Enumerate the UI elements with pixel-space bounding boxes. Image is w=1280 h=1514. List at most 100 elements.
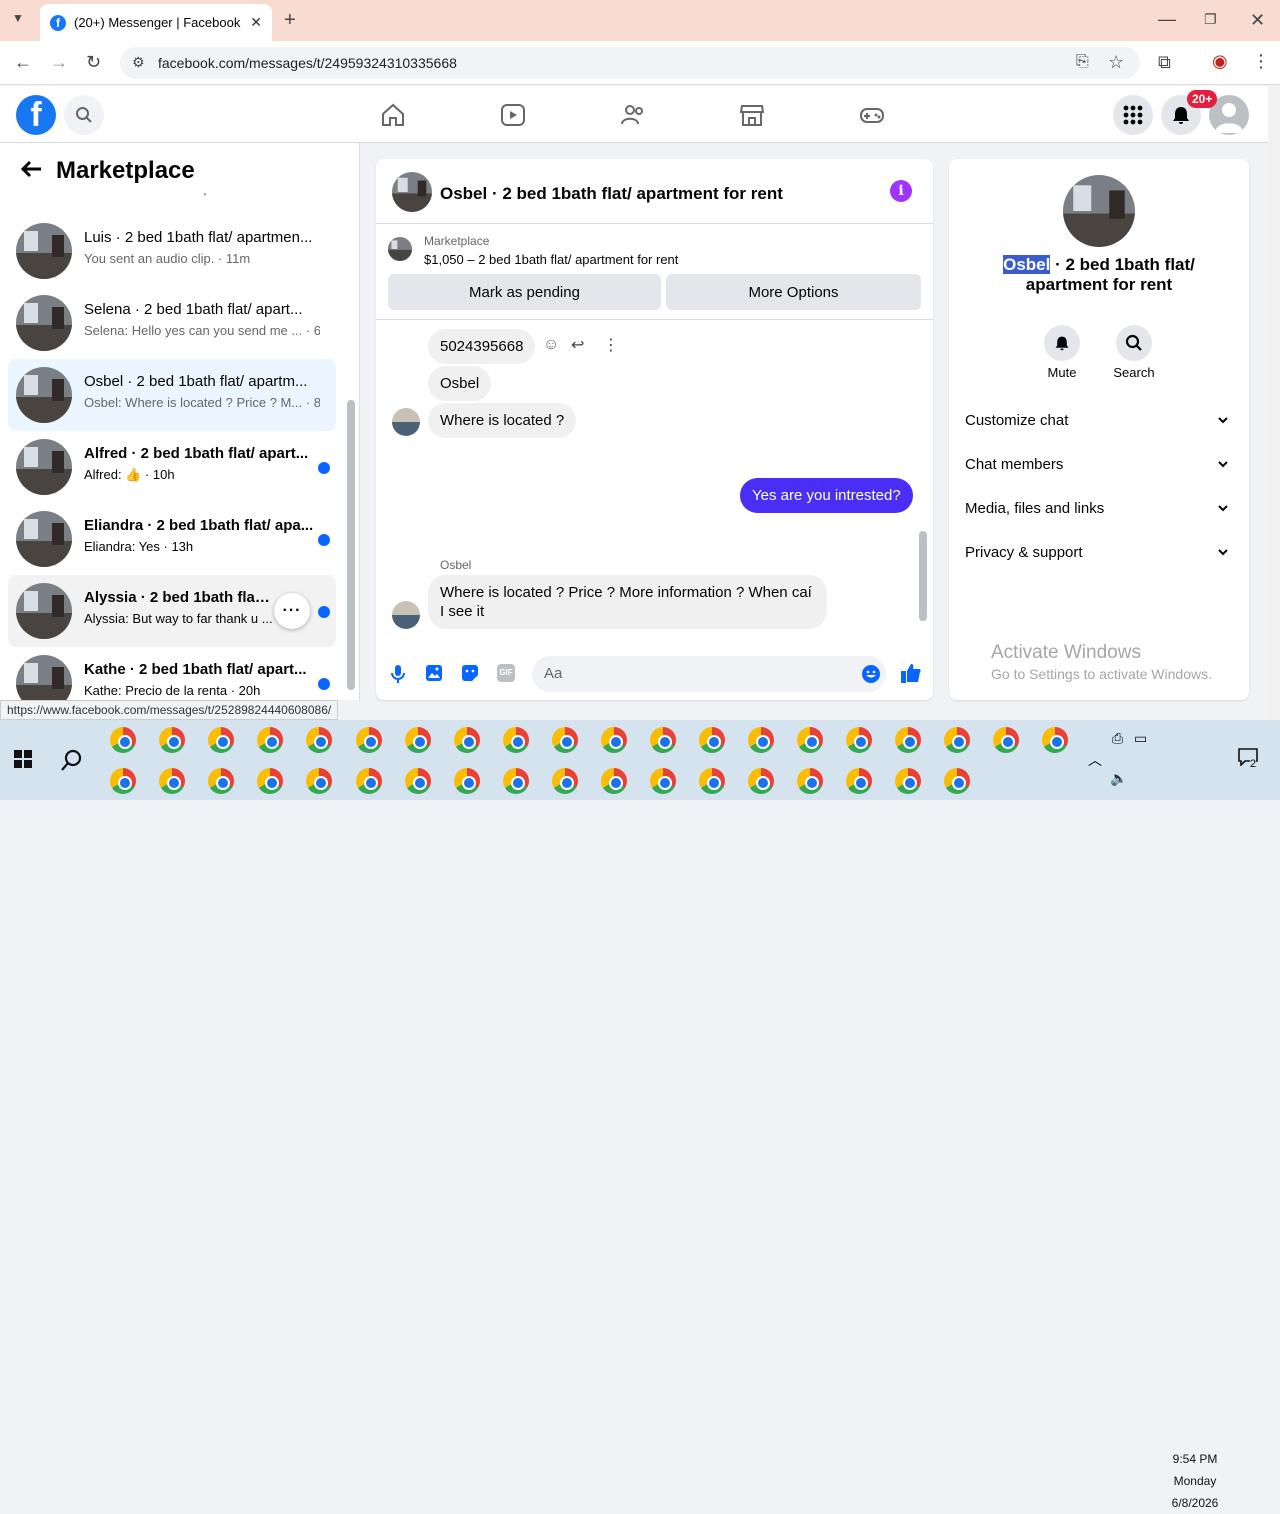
chrome-profile-taskbar-icon[interactable] [797,768,823,794]
like-thumbs-up-icon[interactable] [900,662,922,684]
restore-icon[interactable]: ❐ [1204,12,1217,26]
chat-title[interactable]: Osbel · 2 bed 1bath flat/ apartment for … [440,184,783,204]
conversation-item[interactable]: Selena · 2 bed 1bath flat/ apart... Sele… [8,287,336,359]
chrome-profile-taskbar-icon[interactable] [846,768,872,794]
chat-scrollbar[interactable] [919,531,927,621]
chrome-profile-taskbar-icon[interactable] [356,768,382,794]
conversation-item[interactable]: Alfred · 2 bed 1bath flat/ apart... Alfr… [8,431,336,503]
search-icon[interactable] [64,95,104,135]
chrome-profile-taskbar-icon[interactable] [356,727,382,753]
chrome-profile-taskbar-icon[interactable] [503,727,529,753]
gaming-icon[interactable] [859,102,885,128]
chrome-profile-taskbar-icon[interactable] [159,768,185,794]
chrome-profile-taskbar-icon[interactable] [1042,727,1068,753]
menu-icon[interactable]: ⋮ [1252,52,1270,70]
show-hidden-icons-icon[interactable]: ︿ [1088,750,1102,770]
chrome-profile-taskbar-icon[interactable] [159,727,185,753]
system-clock[interactable]: 9:54 PM Monday 6/8/2026 [1160,1448,1230,1514]
back-icon[interactable]: ← [14,53,32,71]
emoji-icon[interactable] [861,664,881,684]
chrome-profile-taskbar-icon[interactable] [405,768,431,794]
chrome-profile-taskbar-icon[interactable] [257,768,283,794]
chrome-profile-taskbar-icon[interactable] [993,727,1019,753]
bookmark-star-icon[interactable]: ☆ [1108,53,1124,71]
chrome-profile-taskbar-icon[interactable] [552,727,578,753]
chrome-profile-taskbar-icon[interactable] [846,727,872,753]
reload-icon[interactable]: ↻ [86,53,101,71]
microphone-icon[interactable] [390,664,406,684]
chrome-profile-taskbar-icon[interactable] [895,768,921,794]
chrome-profile-taskbar-icon[interactable] [650,768,676,794]
chrome-profile-taskbar-icon[interactable] [405,727,431,753]
chat-list-scrollbar[interactable] [347,400,355,690]
media-files-links-section[interactable]: Media, files and links [965,500,1235,517]
notification-center-icon[interactable]: 2 [1238,748,1262,770]
chrome-profile-taskbar-icon[interactable] [257,727,283,753]
mute-bell-icon[interactable] [1044,325,1080,361]
more-options-button[interactable]: More Options [666,274,921,310]
conversation-options-button[interactable]: ··· [274,593,310,629]
conversation-item[interactable]: Eliandra · 2 bed 1bath flat/ apa... Elia… [8,503,336,575]
chrome-profile-taskbar-icon[interactable] [895,727,921,753]
conversation-item[interactable]: Kathe · 2 bed 1bath flat/ apart... Kathe… [8,647,336,700]
search-in-chat-icon[interactable] [1116,325,1152,361]
react-icon[interactable]: ☺ [543,336,559,354]
mark-as-pending-button[interactable]: Mark as pending [388,274,661,310]
sticker-icon[interactable] [461,664,479,682]
chrome-profile-taskbar-icon[interactable] [503,768,529,794]
install-icon[interactable]: ⎘ [1076,54,1089,70]
chrome-profile-taskbar-icon[interactable] [601,727,627,753]
chrome-profile-taskbar-icon[interactable] [699,768,725,794]
message-bubble[interactable]: 5024395668 [428,329,536,364]
listing-thumbnail[interactable] [388,237,412,261]
chrome-profile-taskbar-icon[interactable] [944,768,970,794]
volume-icon[interactable]: 🔈 [1110,770,1127,787]
site-info-icon[interactable]: ⚙ [132,55,145,69]
privacy-support-section[interactable]: Privacy & support [965,544,1235,561]
profile-icon[interactable]: ◉ [1212,52,1228,70]
chrome-profile-taskbar-icon[interactable] [306,727,332,753]
more-icon[interactable]: ⋮ [603,335,619,355]
customize-chat-section[interactable]: Customize chat [965,412,1235,429]
conversation-item-selected[interactable]: Osbel · 2 bed 1bath flat/ apartm... Osbe… [8,359,336,431]
home-icon[interactable] [380,102,406,128]
close-window-icon[interactable]: ✕ [1250,11,1265,29]
chrome-profile-taskbar-icon[interactable] [208,768,234,794]
chrome-profile-taskbar-icon[interactable] [110,768,136,794]
photo-icon[interactable] [425,664,443,682]
my-message-bubble[interactable]: Yes are you intrested? [740,478,913,513]
chat-members-section[interactable]: Chat members [965,456,1235,473]
message-input[interactable]: Aa [532,656,886,692]
browser-tab[interactable]: f (20+) Messenger | Facebook ✕ [40,4,272,41]
chrome-profile-taskbar-icon[interactable] [748,727,774,753]
message-bubble[interactable]: Where is located ? Price ? More informat… [428,575,827,629]
back-arrow-icon[interactable] [20,160,42,178]
chrome-profile-taskbar-icon[interactable] [110,727,136,753]
friends-icon[interactable] [620,102,646,128]
sender-avatar[interactable] [392,601,420,629]
url-field[interactable]: ⚙ facebook.com/messages/t/24959324310335… [120,47,1140,79]
search-icon[interactable] [60,748,84,772]
info-icon[interactable]: i [890,180,912,202]
forward-icon[interactable]: → [50,53,68,71]
page-scrollbar[interactable] [1268,86,1280,720]
display-icon[interactable]: ▭ [1134,730,1147,747]
tab-list-icon[interactable]: ▼ [12,12,24,24]
sender-avatar[interactable] [392,408,420,436]
chrome-profile-taskbar-icon[interactable] [699,727,725,753]
chrome-profile-taskbar-icon[interactable] [208,727,234,753]
facebook-logo-icon[interactable]: f [16,95,56,135]
chrome-profile-taskbar-icon[interactable] [454,768,480,794]
network-icon[interactable]: ⎙ [1112,730,1123,747]
message-bubble[interactable]: Where is located ? [428,403,577,438]
minimize-icon[interactable]: — [1158,10,1176,28]
marketplace-icon[interactable] [739,102,765,128]
chrome-profile-taskbar-icon[interactable] [650,727,676,753]
new-tab-icon[interactable]: + [284,10,296,30]
chrome-profile-taskbar-icon[interactable] [944,727,970,753]
extensions-icon[interactable]: ⧉ [1158,53,1171,71]
chrome-profile-taskbar-icon[interactable] [552,768,578,794]
chrome-profile-taskbar-icon[interactable] [454,727,480,753]
windows-start-icon[interactable] [14,750,32,768]
chrome-profile-taskbar-icon[interactable] [797,727,823,753]
